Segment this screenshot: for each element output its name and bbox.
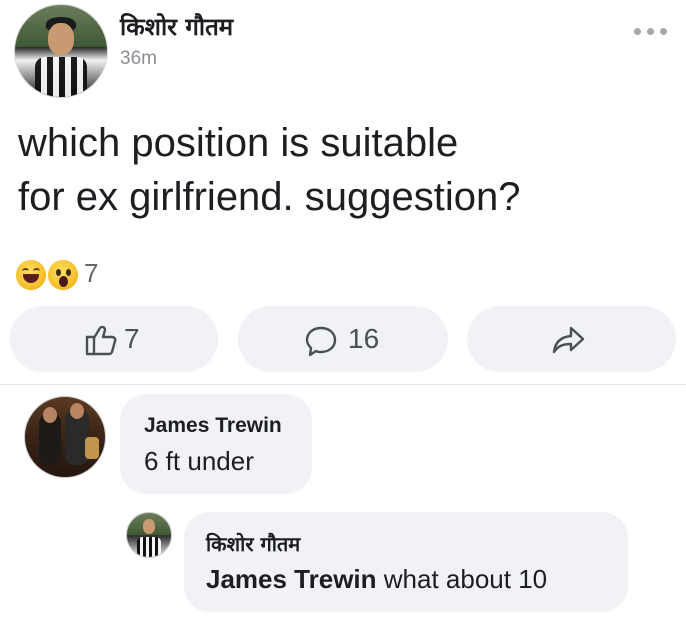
post-author-name[interactable]: किशोर गौतम xyxy=(120,10,233,43)
comment-text: 6 ft under xyxy=(144,446,254,476)
post-body: which position is suitable for ex girlfr… xyxy=(18,116,658,224)
reply-text-body: what about 10 xyxy=(376,564,548,594)
post-text-line: for ex girlfriend. suggestion? xyxy=(18,175,521,219)
avatar-shirt xyxy=(35,57,87,97)
comment-button[interactable]: 16 xyxy=(238,306,448,372)
share-button[interactable] xyxy=(467,306,676,372)
author-avatar[interactable] xyxy=(14,4,108,98)
like-button[interactable]: 7 xyxy=(10,306,218,372)
reply-author[interactable]: किशोर गौतम xyxy=(206,530,300,557)
more-dot-icon xyxy=(634,28,641,35)
like-count: 7 xyxy=(124,323,140,354)
more-options-button[interactable] xyxy=(630,20,670,44)
avatar-face xyxy=(48,23,74,55)
laughing-emoji-icon xyxy=(14,258,48,292)
reaction-count[interactable]: 7 xyxy=(84,258,98,289)
post-text-line: which position is suitable xyxy=(18,121,459,165)
share-arrow-icon xyxy=(552,326,585,354)
wow-emoji-icon xyxy=(46,258,80,292)
commenter-avatar[interactable] xyxy=(24,396,106,478)
comment-count: 16 xyxy=(348,323,380,354)
reply-author-avatar[interactable] xyxy=(126,512,172,558)
more-dot-icon xyxy=(660,28,667,35)
reply-text: James Trewin what about 10 xyxy=(206,564,547,595)
reply-bubble[interactable]: किशोर गौतम James Trewin what about 10 xyxy=(184,512,628,612)
more-dot-icon xyxy=(647,28,654,35)
divider xyxy=(0,384,686,385)
comment-author[interactable]: James Trewin xyxy=(144,414,282,438)
post-timestamp[interactable]: 36m xyxy=(120,48,157,70)
comment-bubble[interactable]: James Trewin 6 ft under xyxy=(120,394,312,494)
comment-bubble-icon xyxy=(305,326,337,357)
reaction-summary[interactable] xyxy=(14,258,84,292)
mention-link[interactable]: James Trewin xyxy=(206,564,377,594)
thumbs-up-icon xyxy=(85,325,117,356)
